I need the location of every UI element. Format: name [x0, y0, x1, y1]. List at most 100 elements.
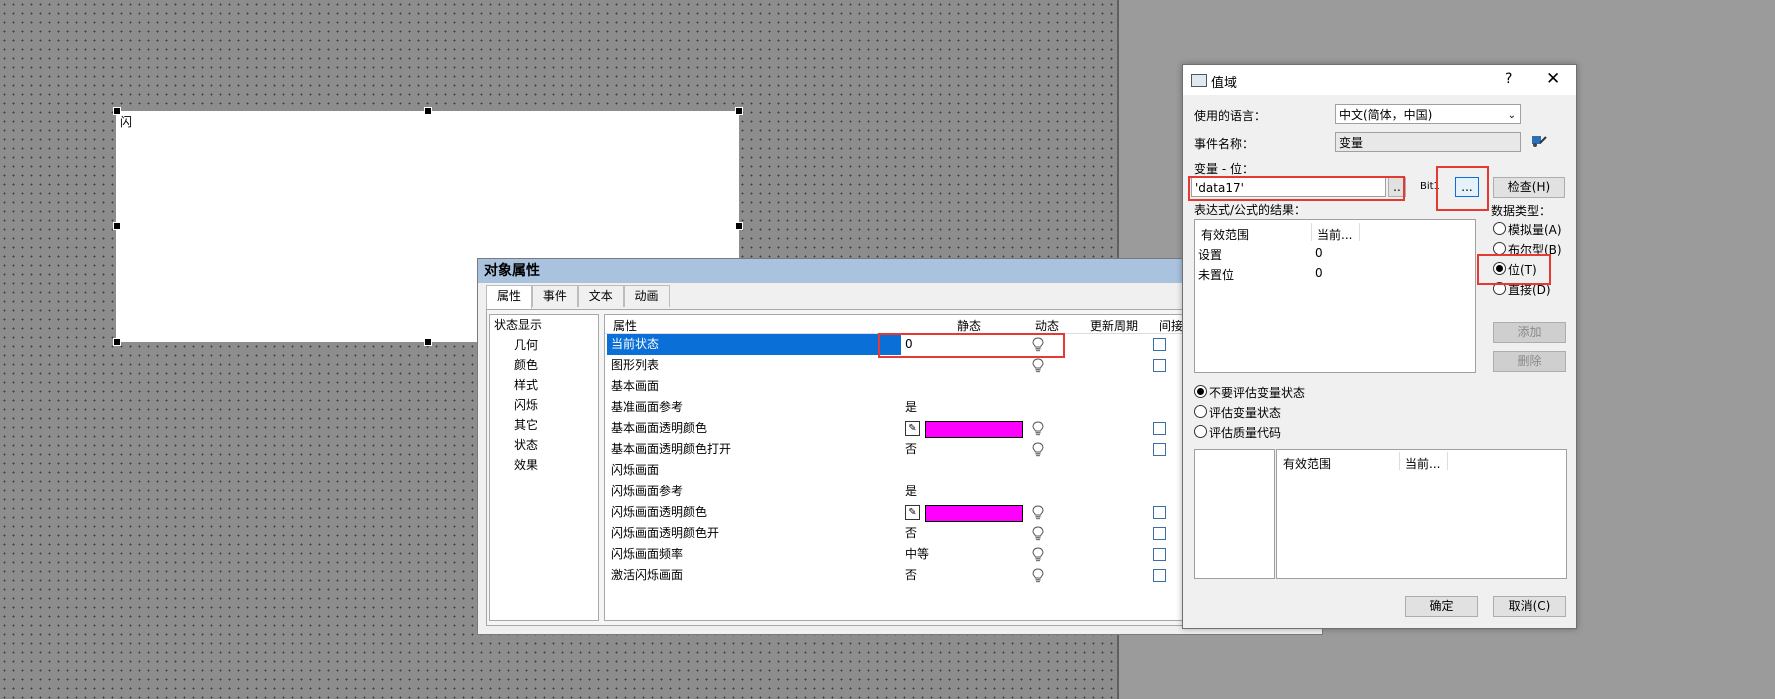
indirect-checkbox[interactable]: [1153, 338, 1166, 351]
tree-item-flashing[interactable]: 闪烁: [490, 395, 598, 415]
property-static-value[interactable]: 否: [905, 565, 917, 586]
color-swatch[interactable]: [925, 505, 1023, 522]
language-select[interactable]: 中文(简体，中国) ⌄: [1335, 104, 1521, 124]
property-name: 闪烁画面透明颜色: [611, 505, 708, 519]
property-name: 激活闪烁画面: [611, 568, 684, 582]
eval-none-label: 不要评估变量状态: [1209, 386, 1306, 400]
object-label: 闪: [120, 115, 133, 129]
quality-range-list[interactable]: 有效范围 当前...: [1276, 449, 1567, 579]
ok-button[interactable]: 确定: [1405, 596, 1478, 617]
indirect-checkbox[interactable]: [1153, 506, 1166, 519]
property-static-value[interactable]: 0: [905, 334, 913, 355]
resize-handle-tm[interactable]: [424, 107, 432, 115]
property-static-value[interactable]: 否: [905, 439, 917, 460]
list-item[interactable]: 设置: [1198, 246, 1222, 263]
property-name: 闪烁画面频率: [611, 547, 684, 561]
data-type-label: 数据类型：: [1491, 204, 1552, 218]
preview-box: [1194, 449, 1275, 579]
language-value: 中文(简体，中国): [1339, 108, 1433, 122]
color-picker-icon[interactable]: ✎: [905, 421, 920, 436]
language-label: 使用的语言：: [1194, 109, 1267, 123]
eval-none-radio[interactable]: [1194, 385, 1207, 398]
tree-item-colors[interactable]: 颜色: [490, 355, 598, 375]
type-direct-radio[interactable]: [1493, 282, 1506, 295]
col-indirect: 间接: [1159, 319, 1184, 333]
resize-handle-tr[interactable]: [735, 107, 743, 115]
color-picker-icon[interactable]: ✎: [905, 505, 920, 520]
tree-item-status[interactable]: 状态: [490, 435, 598, 455]
tree-item-geometry[interactable]: 几何: [490, 335, 598, 355]
dynamic-bulb-icon[interactable]: [1031, 547, 1045, 562]
property-name: 图形列表: [611, 358, 660, 372]
resize-handle-tl[interactable]: [113, 107, 121, 115]
check-button[interactable]: 检查(H): [1493, 177, 1565, 198]
eval-quality-label: 评估质量代码: [1209, 426, 1282, 440]
tree-item-effects[interactable]: 效果: [490, 455, 598, 475]
eval-status-radio[interactable]: [1194, 405, 1207, 418]
property-name: 基准画面参考: [611, 400, 684, 414]
variable-select-button[interactable]: ..: [1388, 177, 1406, 197]
property-name: 基本画面: [611, 379, 660, 393]
tree-item-misc[interactable]: 其它: [490, 415, 598, 435]
help-icon[interactable]: ?: [1505, 71, 1512, 87]
type-bit-radio[interactable]: [1493, 262, 1506, 275]
indirect-checkbox[interactable]: [1153, 422, 1166, 435]
expression-result-label: 表达式/公式的结果：: [1194, 203, 1307, 217]
close-icon[interactable]: ✕: [1546, 69, 1560, 89]
dynamic-bulb-icon[interactable]: [1031, 358, 1045, 373]
tab-animation[interactable]: 动画: [623, 285, 670, 307]
window-icon: [1191, 74, 1207, 87]
value-range-list[interactable]: 有效范围 当前... 设置 0 未置位 0: [1194, 219, 1476, 373]
indirect-checkbox[interactable]: [1153, 548, 1166, 561]
dynamic-bulb-icon[interactable]: [1031, 442, 1045, 457]
indirect-checkbox[interactable]: [1153, 359, 1166, 372]
event-wizard-icon[interactable]: [1531, 134, 1547, 148]
indirect-checkbox[interactable]: [1153, 443, 1166, 456]
dynamic-bulb-icon[interactable]: [1031, 337, 1045, 352]
tab-text[interactable]: 文本: [577, 285, 624, 307]
resize-handle-ml[interactable]: [113, 222, 121, 230]
eval-status-label: 评估变量状态: [1209, 406, 1282, 420]
property-name: 基本画面透明颜色: [611, 421, 708, 435]
property-static-value[interactable]: 是: [905, 481, 917, 502]
tab-properties[interactable]: 属性: [486, 285, 533, 309]
value-range-dialog: 值域 ? ✕ 使用的语言： 中文(简体，中国) ⌄ 事件名称： 变量 变量 - …: [1182, 64, 1577, 629]
event-name-label: 事件名称：: [1194, 137, 1255, 151]
indirect-checkbox[interactable]: [1153, 527, 1166, 540]
tree-item-status-display[interactable]: 状态显示: [490, 315, 598, 335]
dynamic-bulb-icon[interactable]: [1031, 421, 1045, 436]
resize-handle-mr[interactable]: [735, 222, 743, 230]
type-analog-radio[interactable]: [1493, 222, 1506, 235]
type-bit-label: 位(T): [1508, 263, 1537, 277]
type-bool-radio[interactable]: [1493, 242, 1506, 255]
list-item-value: 0: [1315, 246, 1323, 260]
dialog-title: 值域: [1211, 76, 1238, 91]
col-dynamic: 动态: [1035, 319, 1060, 333]
tab-events[interactable]: 事件: [531, 285, 578, 307]
property-static-value[interactable]: 否: [905, 523, 917, 544]
dynamic-bulb-icon[interactable]: [1031, 526, 1045, 541]
property-static-value[interactable]: 是: [905, 397, 917, 418]
list1-col-range: 有效范围: [1201, 228, 1250, 242]
property-name: 基本画面透明颜色打开: [611, 442, 732, 456]
list-item-value: 0: [1315, 266, 1323, 280]
cancel-button[interactable]: 取消(C): [1493, 596, 1566, 617]
dynamic-bulb-icon[interactable]: [1031, 568, 1045, 583]
property-name: 当前状态: [607, 334, 901, 355]
tree-item-style[interactable]: 样式: [490, 375, 598, 395]
add-button[interactable]: 添加: [1493, 322, 1566, 343]
bit-label: Bit1: [1420, 181, 1440, 192]
col-attribute: 属性: [613, 319, 638, 333]
eval-quality-radio[interactable]: [1194, 425, 1207, 438]
delete-button[interactable]: 删除: [1493, 351, 1566, 372]
list-item[interactable]: 未置位: [1198, 266, 1234, 283]
indirect-checkbox[interactable]: [1153, 569, 1166, 582]
variable-input[interactable]: 'data17': [1191, 177, 1386, 197]
resize-handle-bl[interactable]: [113, 338, 121, 346]
property-static-value[interactable]: 中等: [905, 544, 929, 565]
dynamic-bulb-icon[interactable]: [1031, 505, 1045, 520]
resize-handle-bm[interactable]: [424, 338, 432, 346]
color-swatch[interactable]: [925, 421, 1023, 438]
variable-bit-label: 变量 - 位：: [1194, 162, 1254, 176]
bit-browse-button[interactable]: ...: [1455, 177, 1479, 197]
